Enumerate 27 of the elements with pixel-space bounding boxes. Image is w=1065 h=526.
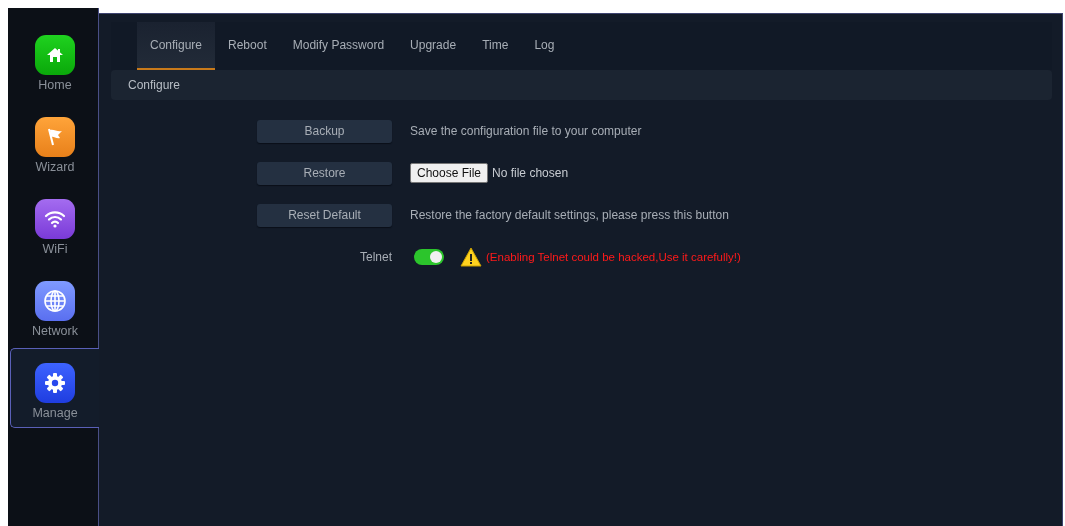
file-status: No file chosen xyxy=(492,166,569,180)
tab[interactable]: Configure xyxy=(137,22,216,70)
tab[interactable]: Modify Password xyxy=(279,22,398,70)
warning-text: (Enabling Telnet could be hacked,Use it carefully!) xyxy=(486,251,741,263)
section-title: Configure xyxy=(128,78,181,92)
description: Save the configuration file to your computer xyxy=(410,124,642,138)
sidebar-item[interactable]: Home xyxy=(10,20,99,100)
tab[interactable]: Reboot xyxy=(215,22,280,70)
tab[interactable]: Time xyxy=(469,22,522,70)
action-button[interactable]: Restore xyxy=(257,161,392,185)
description: Restore the factory default settings, please press this button xyxy=(410,208,729,222)
home-icon xyxy=(46,46,64,64)
field-label: Telnet xyxy=(358,250,392,264)
warning-icon xyxy=(460,247,482,267)
tab[interactable]: Upgrade xyxy=(397,22,470,70)
sidebar-item[interactable]: Wizard xyxy=(10,102,99,182)
choose-file-button[interactable]: Choose File xyxy=(410,163,489,183)
sidebar-item[interactable]: Manage xyxy=(10,348,99,428)
sidebar-item[interactable]: WiFi xyxy=(10,184,99,264)
globe-icon xyxy=(43,289,67,313)
action-button[interactable]: Backup xyxy=(257,119,392,143)
tab[interactable]: Log xyxy=(521,22,568,70)
toggle-switch[interactable] xyxy=(414,249,444,265)
flag-icon xyxy=(45,127,65,147)
sidebar-item[interactable]: Network xyxy=(10,266,99,346)
action-button[interactable]: Reset Default xyxy=(257,203,392,227)
wifi-icon xyxy=(44,210,66,228)
